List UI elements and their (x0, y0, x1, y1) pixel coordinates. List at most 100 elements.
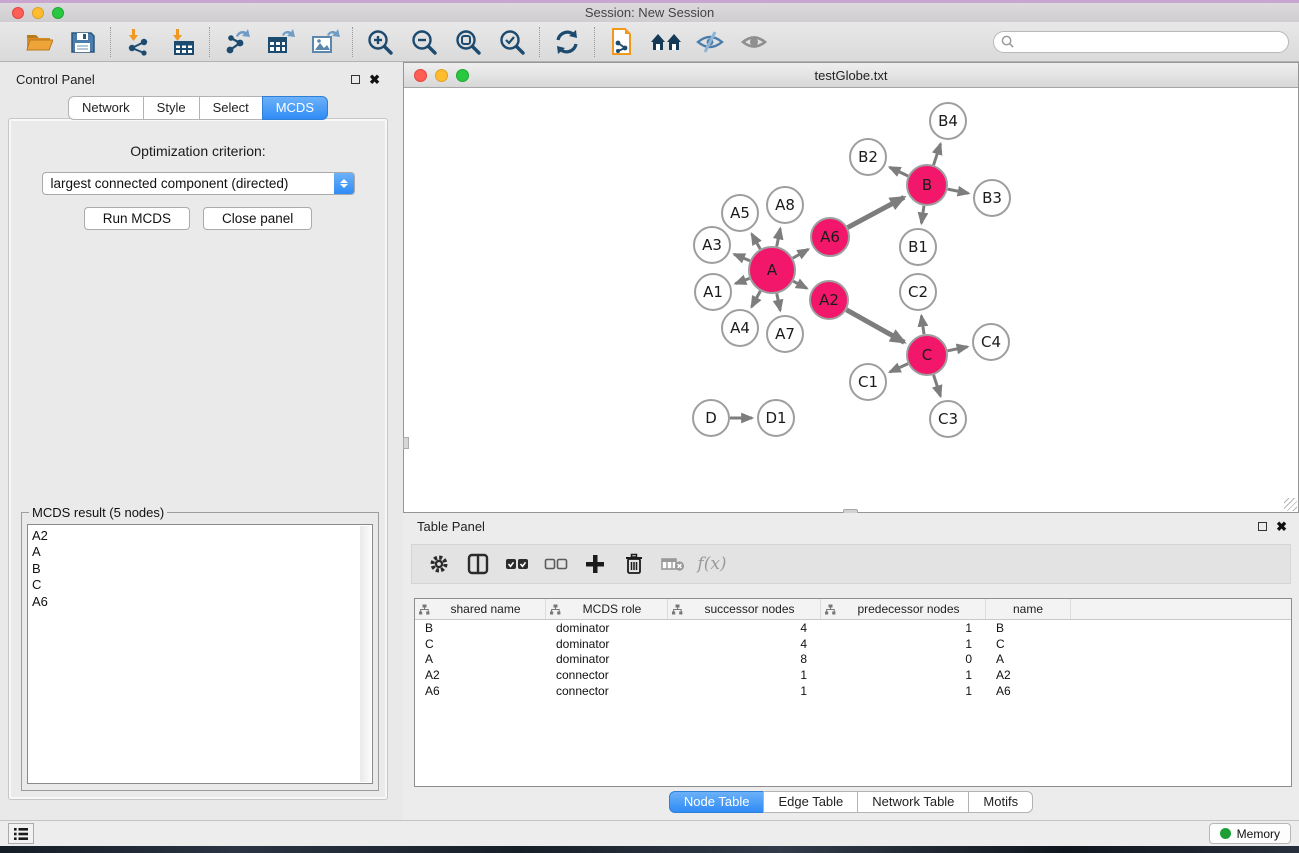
network-graph[interactable]: A B C A2 A6 A1 A3 A4 A5 A7 A8 B1 B2 B3 B4 C1 C2 C3 C4 D D1 (404, 88, 1298, 512)
network-window-titlebar[interactable]: testGlobe.txt (404, 63, 1298, 88)
column-header-name[interactable]: name (986, 599, 1071, 619)
graph-node-A[interactable]: A (749, 247, 795, 293)
graph-node-B4[interactable]: B4 (930, 103, 966, 139)
close-table-panel-icon[interactable]: ✖ (1276, 522, 1287, 531)
table-row[interactable]: A6connector11A6 (415, 683, 1291, 699)
deselect-all-button[interactable] (541, 549, 571, 579)
graph-node-C2[interactable]: C2 (900, 274, 936, 310)
edge-A6-B[interactable] (848, 197, 904, 227)
graph-node-A4[interactable]: A4 (722, 310, 758, 346)
table-row[interactable]: Bdominator41B (415, 620, 1291, 636)
add-column-button[interactable] (580, 549, 610, 579)
delete-column-button[interactable] (619, 549, 649, 579)
export-image-button[interactable] (308, 26, 342, 58)
float-table-panel-icon[interactable] (1258, 522, 1267, 531)
graph-node-D1[interactable]: D1 (758, 400, 794, 436)
show-columns-button[interactable] (463, 549, 493, 579)
delete-table-button[interactable] (658, 549, 688, 579)
function-builder-button[interactable]: f(x) (697, 549, 727, 579)
edge-A-A7[interactable] (777, 294, 780, 311)
tab-mcds[interactable]: MCDS (262, 96, 328, 120)
node-table[interactable]: shared nameMCDS rolesuccessor nodesprede… (414, 598, 1292, 787)
result-item[interactable]: A (32, 544, 372, 560)
graph-node-A6[interactable]: A6 (811, 218, 849, 256)
import-table-button[interactable] (165, 26, 199, 58)
graph-node-C4[interactable]: C4 (973, 324, 1009, 360)
import-network-button[interactable] (121, 26, 155, 58)
edge-C-C2[interactable] (921, 316, 924, 334)
tab-edge-table[interactable]: Edge Table (763, 791, 858, 813)
graph-node-A3[interactable]: A3 (694, 227, 730, 263)
show-graphics-button[interactable] (737, 26, 771, 58)
export-table-button[interactable] (264, 26, 298, 58)
tab-network[interactable]: Network (68, 96, 144, 120)
network-canvas[interactable]: A B C A2 A6 A1 A3 A4 A5 A7 A8 B1 B2 B3 B4 C1 C2 C3 C4 D D1 (404, 88, 1298, 512)
column-header-successor-nodes[interactable]: successor nodes (668, 599, 821, 619)
search-field[interactable] (993, 31, 1289, 53)
graph-node-A7[interactable]: A7 (767, 316, 803, 352)
graph-node-D[interactable]: D (693, 400, 729, 436)
close-panel-button[interactable]: Close panel (203, 207, 312, 230)
float-panel-icon[interactable] (351, 75, 360, 84)
panel-list-button[interactable] (8, 823, 34, 844)
graph-node-B3[interactable]: B3 (974, 180, 1010, 216)
result-item[interactable]: A2 (32, 528, 372, 544)
tab-node-table[interactable]: Node Table (669, 791, 765, 813)
result-item[interactable]: A6 (32, 594, 372, 610)
close-panel-icon[interactable]: ✖ (369, 75, 380, 84)
graph-node-B2[interactable]: B2 (850, 139, 886, 175)
tab-network-table[interactable]: Network Table (857, 791, 969, 813)
export-network-button[interactable] (220, 26, 254, 58)
edge-A-A2[interactable] (793, 281, 807, 288)
edge-A-A3[interactable] (734, 254, 750, 261)
graph-node-C[interactable]: C (907, 335, 947, 375)
column-header-shared-name[interactable]: shared name (415, 599, 546, 619)
graph-node-B1[interactable]: B1 (900, 229, 936, 265)
graph-node-A1[interactable]: A1 (695, 274, 731, 310)
graph-node-C3[interactable]: C3 (930, 401, 966, 437)
table-row[interactable]: A2connector11A2 (415, 667, 1291, 683)
hide-graphics-button[interactable] (693, 26, 727, 58)
edge-B-B4[interactable] (934, 144, 941, 165)
tab-style[interactable]: Style (143, 96, 200, 120)
graph-node-A2[interactable]: A2 (810, 281, 848, 319)
graph-node-A5[interactable]: A5 (722, 195, 758, 231)
zoom-selected-button[interactable] (495, 26, 529, 58)
edge-A-A4[interactable] (752, 291, 761, 307)
graph-node-B[interactable]: B (907, 165, 947, 205)
edge-B-B3[interactable] (948, 189, 969, 193)
table-row[interactable]: Cdominator41C (415, 636, 1291, 652)
search-input[interactable] (1019, 35, 1288, 49)
edge-A-A1[interactable] (735, 278, 749, 283)
mcds-result-list[interactable]: A2ABCA6 (27, 524, 373, 784)
column-header-MCDS-role[interactable]: MCDS role (546, 599, 668, 619)
zoom-out-button[interactable] (407, 26, 441, 58)
table-settings-button[interactable] (424, 549, 454, 579)
save-session-button[interactable] (66, 26, 100, 58)
window-resize-grip[interactable] (1284, 498, 1297, 511)
result-item[interactable]: C (32, 577, 372, 593)
graph-node-A8[interactable]: A8 (767, 187, 803, 223)
zoom-in-button[interactable] (363, 26, 397, 58)
tab-select[interactable]: Select (199, 96, 263, 120)
result-item[interactable]: B (32, 561, 372, 577)
edge-A-A5[interactable] (752, 234, 761, 249)
edge-C-C1[interactable] (890, 364, 908, 372)
criterion-dropdown[interactable]: largest connected component (directed) (42, 172, 355, 195)
run-mcds-button[interactable]: Run MCDS (84, 207, 190, 230)
edge-B-B1[interactable] (921, 206, 924, 223)
result-scrollbar[interactable] (360, 526, 371, 782)
apply-layout-button[interactable] (550, 26, 584, 58)
memory-button[interactable]: Memory (1209, 823, 1291, 844)
edge-C-C3[interactable] (934, 375, 941, 396)
edge-B-B2[interactable] (890, 167, 908, 176)
home-button[interactable] (649, 26, 683, 58)
edge-A-A6[interactable] (793, 249, 808, 258)
select-all-button[interactable] (502, 549, 532, 579)
edge-A2-C[interactable] (846, 310, 904, 342)
edge-C-C4[interactable] (948, 347, 968, 351)
open-session-button[interactable] (22, 26, 56, 58)
divider-handle[interactable] (403, 437, 409, 449)
tab-motifs[interactable]: Motifs (968, 791, 1033, 813)
graph-node-C1[interactable]: C1 (850, 364, 886, 400)
